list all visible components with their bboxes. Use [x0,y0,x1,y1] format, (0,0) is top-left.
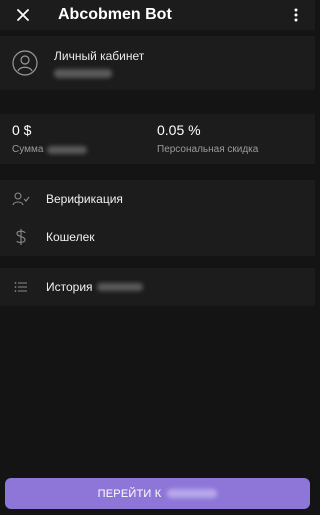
user-avatar-icon [12,50,38,76]
close-icon [17,9,29,21]
list-icon [12,278,30,296]
menu-item-wallet[interactable]: Кошелек [0,218,315,256]
profile-title: Личный кабинет [54,48,145,63]
avatar [12,50,38,76]
close-button[interactable] [12,4,34,26]
goto-exchange-label: ПЕРЕЙТИ К [97,487,162,500]
menu-primary: Верификация Кошелек [0,180,315,256]
menu-item-history[interactable]: История [0,268,315,306]
stat-discount-value: 0.05 % [157,122,201,138]
stat-discount-label: Персональная скидка [157,144,259,155]
app-title: Abcobmen Bot [58,6,172,23]
menu-label-history: История [46,280,143,294]
stat-total-value: 0 $ [12,122,32,138]
header-bar: Abcobmen Bot [0,0,315,30]
menu-item-verification[interactable]: Верификация [0,180,315,218]
profile-subtitle-redacted [54,68,112,78]
more-vertical-icon [294,8,298,22]
more-options-button[interactable] [291,6,301,24]
menu-label-wallet: Кошелек [46,230,95,244]
menu-secondary: История [0,268,315,306]
stats-section: 0 $ Сумма 0.05 % Персональная скидка [0,114,315,164]
stat-discount: 0.05 % Персональная скидка [157,114,302,164]
stat-total-label: Сумма [12,144,157,155]
menu-label-verification: Верификация [46,192,123,206]
user-check-icon [12,190,30,208]
dollar-icon [12,228,30,246]
goto-exchange-button[interactable]: ПЕРЕЙТИ К [5,478,310,509]
stat-total: 0 $ Сумма [12,114,157,164]
profile-section[interactable]: Личный кабинет [0,36,315,90]
